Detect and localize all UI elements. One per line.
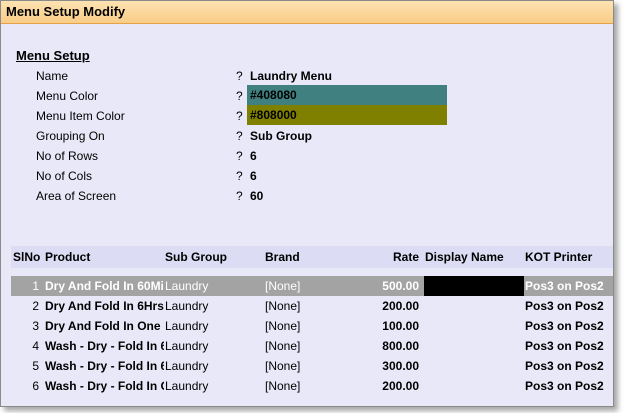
- field-label-no-of-cols: No of Cols: [36, 169, 93, 183]
- cell-subgroup: Laundry: [165, 379, 209, 393]
- field-label-name: Name: [36, 69, 69, 83]
- cell-kot-printer: Pos3 on Pos2: [525, 279, 604, 293]
- table-row[interactable]: 1 Dry And Fold In 60Mins Laundry [None] …: [11, 276, 613, 296]
- cell-rate: 100.00: [382, 319, 419, 333]
- cell-brand: [None]: [265, 279, 301, 293]
- field-label-area-of-screen: Area of Screen: [36, 189, 117, 203]
- cell-subgroup: Laundry: [165, 319, 209, 333]
- cell-slno: 4: [32, 339, 39, 353]
- cell-slno: 2: [32, 299, 39, 313]
- col-header-kot-printer[interactable]: KOT Printer: [525, 250, 592, 264]
- col-header-brand[interactable]: Brand: [265, 250, 300, 264]
- cell-brand: [None]: [265, 339, 301, 353]
- cell-subgroup: Laundry: [165, 299, 209, 313]
- cell-subgroup: Laundry: [165, 279, 209, 293]
- cell-product: Dry And Fold In 6Hrs: [45, 299, 164, 313]
- cell-brand: [None]: [265, 299, 301, 313]
- name-field[interactable]: Laundry Menu: [250, 69, 332, 83]
- grid-header: SlNo Product Sub Group Brand Rate Displa…: [11, 246, 613, 268]
- menu-color-value: #408080: [250, 88, 297, 102]
- table-row[interactable]: 6 Wash - Dry - Fold In One Day Laundry […: [11, 376, 613, 396]
- menu-color-field[interactable]: #408080: [247, 85, 447, 105]
- cell-brand: [None]: [265, 359, 301, 373]
- cell-brand: [None]: [265, 319, 301, 333]
- field-label-no-of-rows: No of Rows: [36, 149, 99, 163]
- field-label-menu-color: Menu Color: [36, 89, 99, 103]
- cell-slno: 5: [32, 359, 39, 373]
- area-of-screen-field[interactable]: 60: [250, 189, 263, 203]
- col-header-slno[interactable]: SlNo: [13, 250, 40, 264]
- table-row[interactable]: 2 Dry And Fold In 6Hrs Laundry [None] 20…: [11, 296, 613, 316]
- field-prompt-area-of-screen: ?: [236, 189, 243, 203]
- no-of-cols-field[interactable]: 6: [250, 169, 257, 183]
- no-of-rows-field[interactable]: 6: [250, 149, 257, 163]
- cell-product: Wash - Dry - Fold In 60: [45, 339, 164, 353]
- menu-item-color-value: #808000: [250, 108, 297, 122]
- cell-kot-printer: Pos3 on Pos2: [525, 359, 604, 373]
- menu-item-color-field[interactable]: #808000: [247, 105, 447, 125]
- field-prompt-menu-color: ?: [236, 89, 243, 103]
- cell-kot-printer: Pos3 on Pos2: [525, 379, 604, 393]
- table-row[interactable]: 5 Wash - Dry - Fold In 6Hrs Laundry [Non…: [11, 356, 613, 376]
- col-header-display-name[interactable]: Display Name: [425, 250, 504, 264]
- col-header-subgroup[interactable]: Sub Group: [165, 250, 227, 264]
- cell-kot-printer: Pos3 on Pos2: [525, 339, 604, 353]
- cell-display-name[interactable]: [424, 276, 524, 296]
- cell-rate: 300.00: [382, 359, 419, 373]
- cell-subgroup: Laundry: [165, 359, 209, 373]
- field-prompt-no-of-rows: ?: [236, 149, 243, 163]
- field-prompt-name: ?: [236, 69, 243, 83]
- field-prompt-grouping-on: ?: [236, 129, 243, 143]
- cell-product: Dry And Fold In One Day: [45, 319, 164, 333]
- cell-kot-printer: Pos3 on Pos2: [525, 299, 604, 313]
- cell-slno: 6: [32, 379, 39, 393]
- cell-rate: 200.00: [382, 379, 419, 393]
- cell-product: Wash - Dry - Fold In 6Hrs: [45, 359, 164, 373]
- cell-rate: 500.00: [382, 279, 419, 293]
- window-title: Menu Setup Modify: [6, 4, 126, 19]
- field-label-menu-item-color: Menu Item Color: [36, 109, 125, 123]
- field-prompt-menu-item-color: ?: [236, 109, 243, 123]
- title-bar: Menu Setup Modify: [1, 1, 613, 24]
- field-prompt-no-of-cols: ?: [236, 169, 243, 183]
- cell-slno: 3: [32, 319, 39, 333]
- cell-rate: 200.00: [382, 299, 419, 313]
- table-row[interactable]: 3 Dry And Fold In One Day Laundry [None]…: [11, 316, 613, 336]
- cell-product: Wash - Dry - Fold In One Day: [45, 379, 164, 393]
- cell-kot-printer: Pos3 on Pos2: [525, 319, 604, 333]
- cell-rate: 800.00: [382, 339, 419, 353]
- cell-product: Dry And Fold In 60Mins: [45, 279, 164, 293]
- cell-slno: 1: [32, 279, 39, 293]
- table-row[interactable]: 4 Wash - Dry - Fold In 60 Laundry [None]…: [11, 336, 613, 356]
- cell-subgroup: Laundry: [165, 339, 209, 353]
- field-label-grouping-on: Grouping On: [36, 129, 105, 143]
- cell-brand: [None]: [265, 379, 301, 393]
- col-header-product[interactable]: Product: [45, 250, 90, 264]
- section-title: Menu Setup: [16, 48, 90, 63]
- grouping-on-field[interactable]: Sub Group: [250, 129, 312, 143]
- col-header-rate[interactable]: Rate: [361, 250, 419, 264]
- menu-setup-window: Menu Setup Modify Menu Setup Name ? Laun…: [0, 0, 614, 407]
